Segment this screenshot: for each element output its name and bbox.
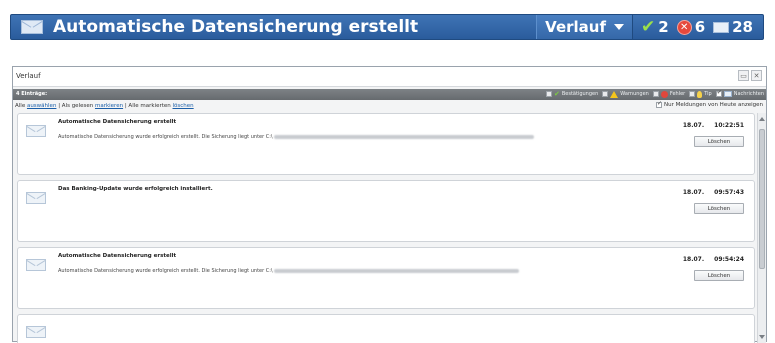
action-bar: Alle auswählen | Als gelesen markieren |… [13, 100, 766, 112]
checkbox[interactable] [545, 91, 552, 97]
lightbulb-icon [697, 90, 703, 98]
message-timestamp: 18.07. 09:57:43 [683, 189, 744, 196]
message-text: Automatische Datensicherung wurde erfolg… [58, 268, 273, 274]
today-only-label: Nur Meldungen von Heute anzeigen [663, 102, 763, 108]
error-x-icon: ✕ [676, 19, 692, 35]
envelope-icon [26, 326, 46, 338]
filter-tips[interactable]: Tip [689, 90, 712, 98]
redacted-path [274, 134, 535, 139]
list-scrollbar[interactable] [757, 113, 766, 343]
message-body: Automatische Datensicherung wurde erfolg… [58, 134, 535, 140]
message-timestamp: 18.07. 10:22:51 [683, 122, 744, 129]
filter-label: Tip [704, 91, 712, 97]
filter-label: Nachrichten [733, 91, 764, 97]
checkbox[interactable] [689, 91, 696, 97]
confirmations-count: 2 [658, 18, 669, 36]
filter-label: Fehler [669, 91, 686, 97]
window-titlebar: Verlauf ▭ ✕ [13, 67, 766, 87]
history-dropdown-button[interactable]: Verlauf [536, 15, 633, 39]
message-card: Automatische Datensicherung erstellt Aut… [17, 113, 755, 175]
envelope-icon [26, 192, 46, 204]
filter-messages[interactable]: Nachrichten [715, 89, 764, 97]
delete-button[interactable]: Löschen [694, 136, 744, 147]
message-card-partial [17, 314, 755, 343]
filter-label: Warnungen [620, 91, 649, 97]
errors-counter[interactable]: ✕ 6 [676, 18, 706, 36]
error-icon [660, 90, 668, 98]
scroll-thumb[interactable] [759, 129, 765, 269]
envelope-icon [723, 91, 732, 97]
checkmark-icon: ✔ [553, 90, 560, 98]
envelope-icon [21, 20, 43, 34]
select-all-link[interactable]: auswählen [27, 103, 56, 109]
filter-label: Bestätigungen [561, 91, 599, 97]
message-time: 09:54:24 [714, 256, 744, 263]
checkbox[interactable] [602, 91, 609, 97]
all-prefix: Alle [15, 103, 26, 109]
filter-confirmations[interactable]: ✔ Bestätigungen [545, 90, 599, 98]
window-title: Verlauf [16, 72, 41, 80]
delete-button[interactable]: Löschen [694, 203, 744, 214]
message-list: Automatische Datensicherung erstellt Aut… [13, 113, 758, 343]
message-body: Automatische Datensicherung wurde erfolg… [58, 268, 520, 274]
message-title: Das Banking-Update wurde erfolgreich ins… [58, 186, 213, 192]
messages-counter[interactable]: 28 [713, 18, 753, 36]
message-title: Automatische Datensicherung erstellt [58, 253, 177, 259]
message-title: Automatische Datensicherung erstellt [58, 119, 177, 125]
mark-read-text: | Als gelesen [58, 103, 94, 109]
chevron-down-icon [614, 24, 624, 30]
filter-warnings[interactable]: Warnungen [602, 90, 649, 98]
message-date: 18.07. [682, 122, 705, 129]
envelope-icon [26, 125, 46, 137]
checkbox[interactable] [652, 91, 659, 97]
message-card: Das Banking-Update wurde erfolgreich ins… [17, 180, 755, 242]
redacted-path [274, 268, 520, 273]
today-only-checkbox[interactable] [655, 100, 662, 108]
close-button[interactable]: ✕ [751, 70, 762, 81]
warning-icon [610, 90, 619, 98]
notification-controls: Verlauf ✔ 2 ✕ 6 28 [536, 15, 759, 39]
message-text: Automatische Datensicherung wurde erfolg… [58, 134, 273, 140]
history-button-label: Verlauf [545, 18, 606, 36]
restore-button[interactable]: ▭ [738, 70, 749, 81]
errors-count: 6 [694, 18, 706, 36]
filter-errors[interactable]: Fehler [652, 90, 686, 98]
confirmations-counter[interactable]: ✔ 2 [641, 17, 669, 37]
bulk-actions: Alle auswählen | Als gelesen markieren |… [15, 103, 194, 109]
message-time: 10:22:51 [714, 122, 744, 129]
filter-bar: ✔ Bestätigungen Warnungen Fehler Tip ✓ N… [545, 89, 764, 98]
mark-read-link[interactable]: markieren [95, 103, 123, 109]
message-card: Automatische Datensicherung erstellt Aut… [17, 247, 755, 309]
delete-marked-text: | Alle markierten [124, 103, 171, 109]
today-only-toggle[interactable]: Nur Meldungen von Heute anzeigen [655, 100, 763, 108]
delete-marked-link[interactable]: löschen [173, 103, 194, 109]
delete-button[interactable]: Löschen [694, 270, 744, 281]
history-window: Verlauf ▭ ✕ 4 Einträge: ✔ Bestätigungen … [12, 66, 767, 343]
entries-header: 4 Einträge: ✔ Bestätigungen Warnungen Fe… [13, 89, 766, 100]
scroll-up-arrow[interactable] [759, 117, 765, 121]
scroll-down-arrow[interactable] [759, 335, 765, 339]
message-time: 09:57:43 [714, 189, 744, 196]
notification-title: Automatische Datensicherung erstellt [53, 17, 419, 37]
message-date: 18.07. [682, 189, 705, 196]
envelope-icon [26, 259, 46, 271]
message-date: 18.07. [682, 256, 705, 263]
envelope-icon [713, 21, 730, 33]
entries-count: 4 Einträge: [16, 91, 48, 97]
checkbox[interactable] [715, 89, 722, 97]
notification-bar: Automatische Datensicherung erstellt Ver… [10, 14, 764, 40]
message-timestamp: 18.07. 09:54:24 [683, 256, 744, 263]
checkmark-icon: ✔ [641, 17, 656, 37]
messages-count: 28 [732, 18, 753, 36]
